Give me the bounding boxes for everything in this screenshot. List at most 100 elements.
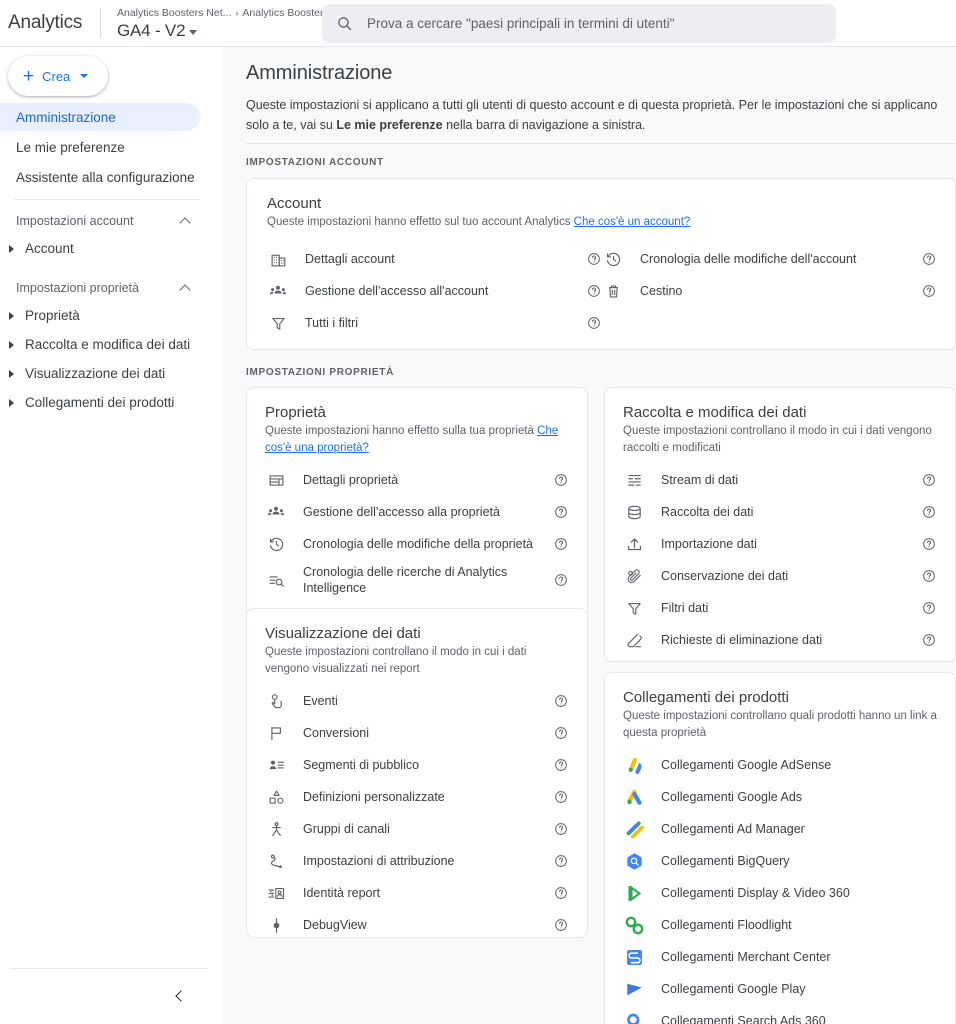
database-icon (623, 504, 645, 521)
row-collegamenti-ad-manager[interactable]: Collegamenti Ad Manager (623, 813, 937, 845)
row-collegamenti-floodlight[interactable]: Collegamenti Floodlight (623, 909, 937, 941)
row-cronologia-modifiche-account[interactable]: Cronologia delle modifiche dell'account (602, 243, 937, 275)
help-icon[interactable] (553, 726, 569, 740)
row-impostazioni-attribuzione[interactable]: Impostazioni di attribuzione (265, 845, 569, 877)
help-icon[interactable] (921, 537, 937, 551)
card-subtitle: Queste impostazioni hanno effetto sulla … (265, 423, 569, 456)
row-identita-report[interactable]: Identità report (265, 877, 569, 909)
search-input[interactable]: Prova a cercare "paesi principali in ter… (367, 16, 674, 31)
card-proprieta-rows: Dettagli proprietà Gestione dell'accesso… (265, 464, 569, 600)
sidebar-item-visualizzazione-dati[interactable]: Visualizzazione dei dati (0, 359, 222, 388)
card-subtitle-text: Queste impostazioni hanno effetto sul tu… (267, 216, 574, 228)
row-dettagli-account[interactable]: Dettagli account (267, 243, 602, 275)
chevron-left-icon (175, 991, 184, 1000)
triangle-right-icon (9, 244, 14, 253)
help-icon[interactable] (553, 505, 569, 519)
property-row[interactable]: GA4 - V2 (117, 21, 329, 41)
row-label: Collegamenti Google Play (661, 982, 806, 996)
help-icon[interactable] (921, 284, 937, 298)
row-debugview[interactable]: DebugView (265, 909, 569, 941)
row-gestione-accesso-proprieta[interactable]: Gestione dell'accesso alla proprietà (265, 496, 569, 528)
row-raccolta-dei-dati[interactable]: Raccolta dei dati (623, 496, 937, 528)
sidebar-item-proprieta[interactable]: Proprietà (0, 301, 222, 330)
help-icon[interactable] (921, 601, 937, 615)
card-collegamenti-rows: Collegamenti Google AdSense Collegamenti… (623, 749, 937, 1024)
help-icon[interactable] (921, 633, 937, 647)
row-gestione-accesso-account[interactable]: Gestione dell'accesso all'account (267, 275, 602, 307)
row-label: Cronologia delle modifiche dell'account (640, 251, 857, 266)
help-icon[interactable] (553, 918, 569, 932)
trash-icon (602, 283, 624, 300)
channels-icon (265, 821, 287, 838)
help-icon[interactable] (586, 316, 602, 330)
sidebar-section-impostazioni-account[interactable]: Impostazioni account (0, 208, 222, 234)
help-icon[interactable] (586, 252, 602, 266)
row-segmenti-di-pubblico[interactable]: Segmenti di pubblico (265, 749, 569, 781)
row-tutti-i-filtri[interactable]: Tutti i filtri (267, 307, 602, 339)
tap-icon (265, 693, 287, 710)
divider (246, 143, 956, 144)
row-stream-di-dati[interactable]: Stream di dati (623, 464, 937, 496)
property-panel-icon (265, 472, 287, 489)
property-name: GA4 - V2 (117, 20, 186, 40)
help-icon[interactable] (921, 473, 937, 487)
row-conversioni[interactable]: Conversioni (265, 717, 569, 749)
help-icon[interactable] (553, 822, 569, 836)
row-label: Cronologia delle modifiche della proprie… (303, 536, 533, 551)
eraser-icon (623, 632, 645, 649)
row-collegamenti-google-ads[interactable]: Collegamenti Google Ads (623, 781, 937, 813)
create-button[interactable]: + Crea (8, 56, 108, 96)
sidebar-item-raccolta-modifica-dati[interactable]: Raccolta e modifica dei dati (0, 330, 222, 359)
help-icon[interactable] (553, 537, 569, 551)
row-collegamenti-merchant-center[interactable]: Collegamenti Merchant Center (623, 941, 937, 973)
row-collegamenti-bigquery[interactable]: Collegamenti BigQuery (623, 845, 937, 877)
help-icon[interactable] (553, 473, 569, 487)
sidebar-item-label: Le mie preferenze (16, 139, 125, 155)
help-icon[interactable] (586, 284, 602, 298)
what-is-account-link[interactable]: Che cos'è un account? (574, 216, 691, 228)
debug-icon (265, 917, 287, 934)
help-icon[interactable] (553, 790, 569, 804)
help-icon[interactable] (553, 886, 569, 900)
sidebar-item-amministrazione[interactable]: Amministrazione (0, 103, 200, 131)
row-importazione-dati[interactable]: Importazione dati (623, 528, 937, 560)
row-eventi[interactable]: Eventi (265, 685, 569, 717)
row-filtri-dati[interactable]: Filtri dati (623, 592, 937, 624)
sidebar-item-le-mie-preferenze[interactable]: Le mie preferenze (0, 133, 200, 161)
collapse-sidebar-button[interactable] (168, 984, 190, 1006)
row-label: Dettagli proprietà (303, 472, 399, 487)
sidebar-section-impostazioni-proprieta[interactable]: Impostazioni proprietà (0, 275, 222, 301)
help-icon[interactable] (921, 569, 937, 583)
card-proprieta: Proprietà Queste impostazioni hanno effe… (246, 387, 588, 621)
row-conservazione-dei-dati[interactable]: Conservazione dei dati (623, 560, 937, 592)
sidebar-item-account[interactable]: Account (0, 234, 222, 263)
sidebar-item-assistente-configurazione[interactable]: Assistente alla configurazione (0, 163, 200, 191)
help-icon[interactable] (553, 573, 569, 587)
row-cestino[interactable]: Cestino (602, 275, 937, 307)
building-icon (267, 251, 289, 268)
row-collegamenti-google-play[interactable]: Collegamenti Google Play (623, 973, 937, 1005)
search-bar[interactable]: Prova a cercare "paesi principali in ter… (322, 4, 836, 43)
row-richieste-eliminazione-dati[interactable]: Richieste di eliminazione dati (623, 624, 937, 656)
sidebar-section-label: Impostazioni account (16, 214, 134, 228)
row-cronologia-modifiche-proprieta[interactable]: Cronologia delle modifiche della proprie… (265, 528, 569, 560)
help-icon[interactable] (553, 854, 569, 868)
row-collegamenti-google-adsense[interactable]: Collegamenti Google AdSense (623, 749, 937, 781)
row-cronologia-ricerche-analytics-intelligence[interactable]: Cronologia delle ricerche di Analytics I… (265, 560, 569, 600)
help-icon[interactable] (921, 505, 937, 519)
row-collegamenti-display-video-360[interactable]: Collegamenti Display & Video 360 (623, 877, 937, 909)
row-collegamenti-search-ads-360[interactable]: Collegamenti Search Ads 360 (623, 1005, 937, 1024)
help-icon[interactable] (553, 758, 569, 772)
row-gruppi-di-canali[interactable]: Gruppi di canali (265, 813, 569, 845)
help-icon[interactable] (553, 694, 569, 708)
shapes-icon (265, 789, 287, 806)
row-definizioni-personalizzate[interactable]: Definizioni personalizzate (265, 781, 569, 813)
account-selector[interactable]: Analytics Boosters Net... › Analytics Bo… (117, 6, 329, 41)
sidebar-item-collegamenti-prodotti[interactable]: Collegamenti dei prodotti (0, 388, 222, 417)
row-label: Segmenti di pubblico (303, 757, 420, 772)
breadcrumb: Analytics Boosters Net... › Analytics Bo… (117, 6, 329, 20)
row-label: Importazione dati (661, 536, 757, 551)
floodlight-icon (623, 916, 645, 935)
help-icon[interactable] (921, 252, 937, 266)
row-dettagli-proprieta[interactable]: Dettagli proprietà (265, 464, 569, 496)
